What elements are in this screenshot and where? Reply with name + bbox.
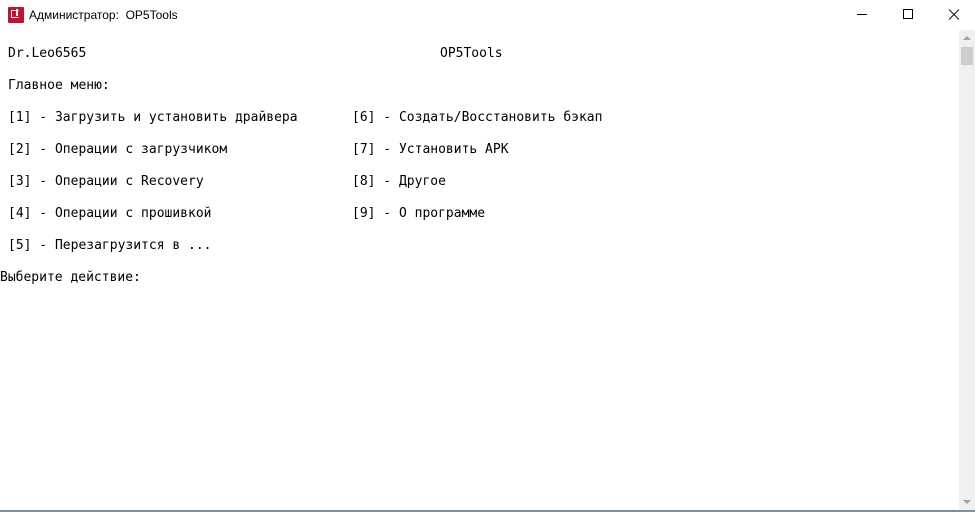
vertical-scrollbar[interactable] xyxy=(959,30,975,510)
action-prompt[interactable]: Выберите действие: xyxy=(0,270,141,286)
close-button[interactable] xyxy=(931,0,975,30)
minimize-icon xyxy=(857,14,867,15)
menu-item-9: [9] - О программе xyxy=(352,206,486,221)
menu-item-6: [6] - Создать/Восстановить бэкап xyxy=(352,110,603,125)
scroll-thumb[interactable] xyxy=(961,47,973,65)
app-name-text: OP5Tools xyxy=(440,46,503,61)
author-text: Dr.Leo6565 xyxy=(8,46,87,61)
app-icon-glyph-bar xyxy=(16,9,18,16)
console-output[interactable]: Dr.Leo6565 OP5Tools Главное меню: [1] - … xyxy=(0,30,959,510)
menu-item-8: [8] - Другое xyxy=(352,174,446,189)
chevron-up-icon xyxy=(963,36,971,40)
menu-item-4: [4] - Операции с прошивкой xyxy=(8,206,212,221)
console-window: Администратор: OP5Tools Dr.Leo6565 OP5To… xyxy=(0,0,975,512)
menu-item-1: [1] - Загрузить и установить драйвера xyxy=(8,110,298,125)
scroll-down-button[interactable] xyxy=(959,494,975,510)
menu-item-2: [2] - Операции с загрузчиком xyxy=(8,142,228,157)
maximize-button[interactable] xyxy=(885,0,931,30)
oneplus-app-icon[interactable] xyxy=(8,7,24,23)
menu-item-5: [5] - Перезагрузится в ... xyxy=(8,238,212,253)
chevron-down-icon xyxy=(963,500,971,504)
menu-header: Главное меню: xyxy=(8,78,110,93)
title-bar[interactable]: Администратор: OP5Tools xyxy=(0,0,975,30)
scroll-up-button[interactable] xyxy=(959,30,975,46)
menu-item-3: [3] - Операции с Recovery xyxy=(8,174,204,189)
window-title: Администратор: OP5Tools xyxy=(29,8,178,22)
maximize-icon xyxy=(903,9,913,19)
minimize-button[interactable] xyxy=(839,0,885,30)
menu-item-7: [7] - Установить APK xyxy=(352,142,509,157)
